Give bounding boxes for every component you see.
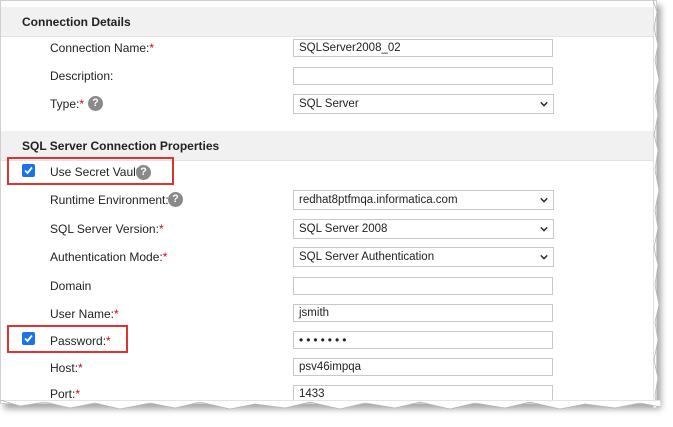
description-label: Description: [50,69,114,83]
chevron-down-icon [540,226,548,232]
runtime-environment-select[interactable]: redhat8ptfmqa.informatica.com [293,190,554,210]
runtime-environment-value: redhat8ptfmqa.informatica.com [299,194,458,206]
description-input[interactable] [293,67,553,85]
checkmark-icon [24,334,33,343]
chevron-down-icon [540,197,548,203]
connection-form-panel: Connection Details Connection Name:* SQL… [0,0,657,404]
torn-edge-bottom [0,400,661,410]
host-label: Host:* [50,361,83,375]
sql-server-version-label: SQL Server Version:* [50,222,164,236]
port-label: Port:* [50,387,81,401]
sql-server-version-value: SQL Server 2008 [299,223,388,235]
password-input[interactable]: ••••••• [293,331,553,349]
sql-server-version-select[interactable]: SQL Server 2008 [293,219,554,239]
authentication-mode-label: Authentication Mode:* [50,250,168,264]
domain-input[interactable] [293,277,553,295]
authentication-mode-value: SQL Server Authentication [299,251,435,263]
password-label: Password:* [50,334,111,348]
type-select[interactable]: SQL Server [293,94,554,114]
question-mark-circle-icon[interactable]: ? [136,165,151,180]
domain-label: Domain [50,279,92,293]
chevron-down-icon [540,254,548,260]
checkmark-icon [24,166,33,175]
user-name-label: User Name:* [50,307,119,321]
connection-name-input[interactable]: SQLServer2008_02 [293,39,553,57]
runtime-environment-label: Runtime Environment:* [50,193,173,207]
use-secret-vault-label: Use Secret Vault [50,165,140,179]
torn-edge-right [653,0,660,408]
question-mark-circle-icon[interactable]: ? [168,192,183,207]
authentication-mode-select[interactable]: SQL Server Authentication [293,247,554,267]
use-secret-vault-checkbox[interactable] [22,164,35,177]
host-input[interactable]: psv46impqa [293,358,553,376]
connection-name-label: Connection Name:* [50,41,155,55]
user-name-input[interactable]: jsmith [293,304,553,322]
chevron-down-icon [540,101,548,107]
question-mark-circle-icon[interactable]: ? [88,96,103,111]
type-select-value: SQL Server [299,98,359,110]
section-title-sql-server-props: SQL Server Connection Properties [22,139,220,153]
section-title-connection-details: Connection Details [22,15,131,29]
password-checkbox[interactable] [22,332,35,345]
type-label: Type:* [50,97,85,111]
connection-details-header: Connection Details [1,7,656,37]
